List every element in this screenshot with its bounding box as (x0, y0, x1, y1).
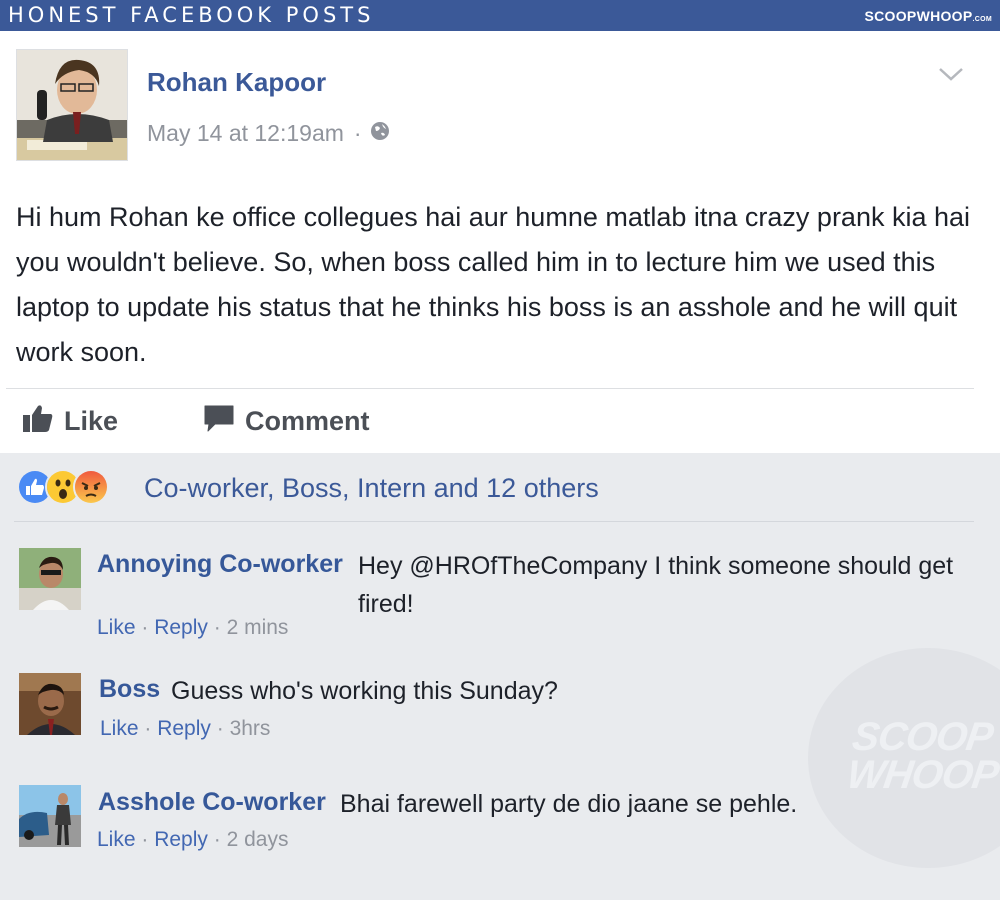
comments-section: SCOOP WHOOP Co-worker, Boss, Intern and … (0, 453, 1000, 900)
scoopwhoop-logo: SCOOPWHOOP.COM (864, 8, 992, 24)
post-divider (6, 388, 974, 389)
comment-author[interactable]: Annoying Co-worker (97, 550, 343, 579)
like-label: Like (64, 406, 119, 436)
meta-separator: · (353, 120, 362, 146)
post-meta: May 14 at 12:19am · (147, 120, 390, 147)
comment-actions: Like · Reply · 2 mins (97, 616, 289, 639)
comment-actions: Like · Reply · 3hrs (100, 717, 271, 740)
comment-author[interactable]: Boss (99, 675, 160, 704)
globe-icon (370, 120, 390, 147)
comment-button[interactable]: Comment (203, 403, 370, 440)
reactions-summary[interactable]: Co-worker, Boss, Intern and 12 others (144, 473, 599, 504)
comment-like-link[interactable]: Like (97, 828, 136, 851)
comment-time[interactable]: 2 days (227, 828, 289, 851)
comment-time[interactable]: 2 mins (227, 616, 289, 639)
post-body-text: Hi hum Rohan ke office collegues hai aur… (16, 202, 971, 367)
reactions-icons[interactable] (17, 469, 109, 505)
commenter-avatar[interactable] (19, 548, 81, 610)
comment-text: Bhai farewell party de dio jaane se pehl… (340, 790, 798, 818)
comment-time[interactable]: 3hrs (230, 717, 271, 740)
angry-reaction-icon (73, 469, 109, 505)
comment-reply-link[interactable]: Reply (154, 828, 208, 851)
comments-divider (14, 521, 974, 522)
author-avatar[interactable] (16, 49, 128, 161)
commenter-avatar[interactable] (19, 785, 81, 847)
comment-reply-link[interactable]: Reply (154, 616, 208, 639)
comment-author[interactable]: Asshole Co-worker (98, 788, 326, 817)
commenter-avatar[interactable] (19, 673, 81, 735)
header-banner: HONEST FACEBOOK POSTS SCOOPWHOOP.COM (0, 0, 1000, 31)
comment-reply-link[interactable]: Reply (157, 717, 211, 740)
comment-like-link[interactable]: Like (97, 616, 136, 639)
post-author-name[interactable]: Rohan Kapoor (147, 67, 326, 98)
post-timestamp[interactable]: May 14 at 12:19am (147, 120, 344, 147)
comment-label: Comment (245, 406, 370, 436)
comment-text: Hey @HROfTheCompany I think someone shou… (358, 552, 954, 618)
comment-actions: Like · Reply · 2 days (97, 828, 289, 851)
facebook-post: Rohan Kapoor May 14 at 12:19am · Hi hum … (0, 31, 1000, 453)
chevron-down-icon[interactable] (936, 61, 966, 85)
banner-title: HONEST FACEBOOK POSTS (8, 3, 375, 27)
comment-text: Guess who's working this Sunday? (171, 677, 558, 705)
comment-bubble-icon (203, 403, 245, 440)
thumbs-up-icon (22, 403, 64, 440)
like-button[interactable]: Like (22, 403, 118, 440)
comment-like-link[interactable]: Like (100, 717, 139, 740)
